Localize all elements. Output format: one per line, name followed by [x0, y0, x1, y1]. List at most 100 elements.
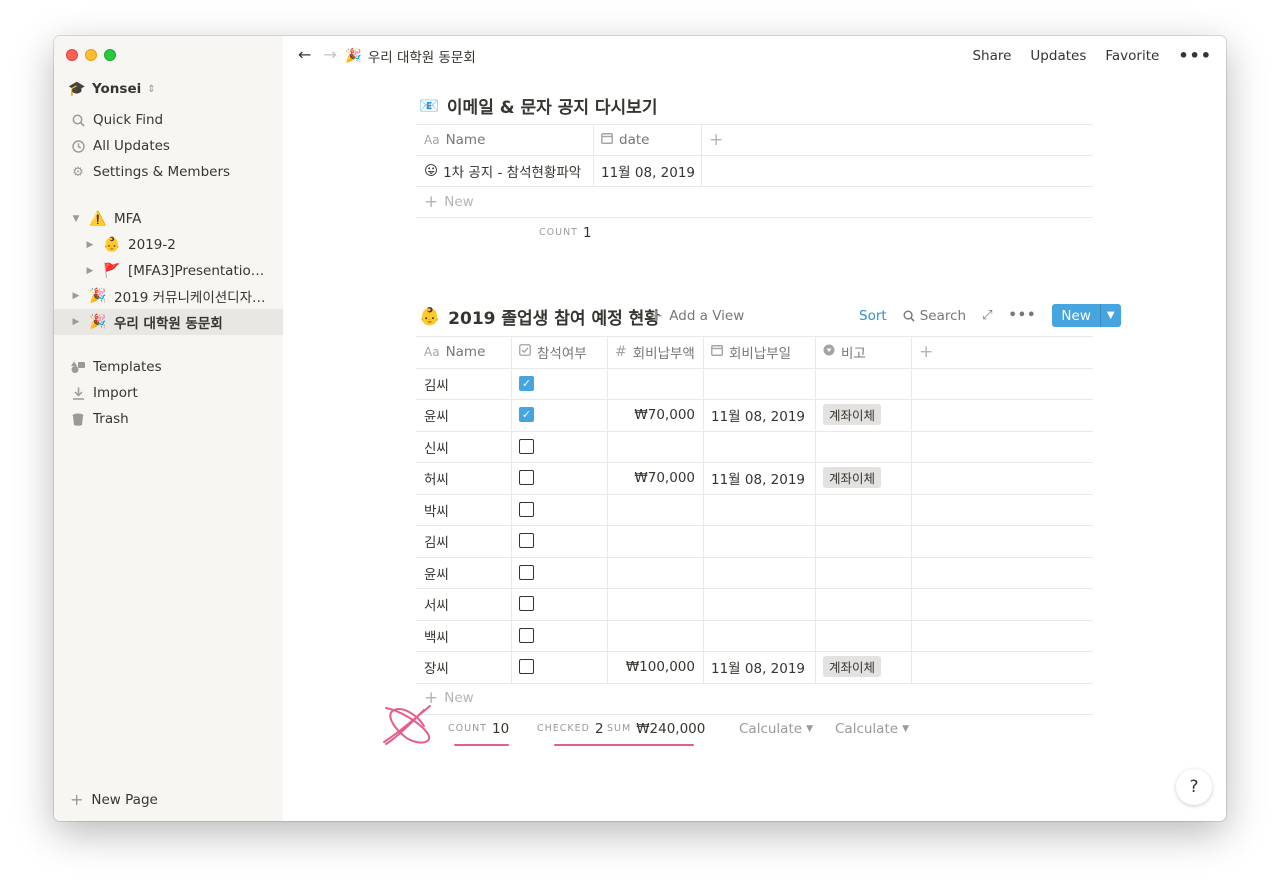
db2-column-amount[interactable]: # 회비납부액: [607, 336, 703, 367]
share-button[interactable]: Share: [972, 48, 1011, 64]
row-paydate[interactable]: [703, 368, 815, 399]
row-note-cell[interactable]: [815, 494, 911, 525]
chevron-down-icon[interactable]: ▼: [1099, 304, 1121, 327]
more-options-icon[interactable]: •••: [1178, 46, 1212, 65]
row-name[interactable]: 장씨: [416, 651, 511, 682]
sort-button[interactable]: Sort: [859, 308, 887, 324]
db2-calculate-dropdown[interactable]: Calculate ▼: [731, 713, 821, 744]
row-amount[interactable]: [607, 525, 703, 556]
search-button[interactable]: Search: [903, 308, 966, 324]
db2-checked-calc[interactable]: CHECKED 2: [529, 713, 609, 744]
row-name[interactable]: 윤씨: [416, 557, 511, 588]
row-note-cell[interactable]: [815, 431, 911, 462]
sidebar-page-communication-design[interactable]: ▶ 🎉 2019 커뮤니케이션디자인...: [54, 283, 283, 309]
close-window-button[interactable]: [66, 49, 78, 61]
caret-down-icon[interactable]: ▼: [70, 214, 82, 224]
db2-new-row-button[interactable]: + New: [416, 682, 616, 713]
row-paydate[interactable]: [703, 431, 815, 462]
sidebar-item-quick-find[interactable]: Quick Find: [54, 107, 283, 133]
db2-sum-calc[interactable]: SUM ₩240,000: [599, 713, 709, 744]
row-amount[interactable]: [607, 431, 703, 462]
sidebar-item-trash[interactable]: Trash: [54, 406, 283, 432]
db1-column-date[interactable]: date: [593, 124, 701, 155]
workspace-switcher[interactable]: 🎓 Yonsei ⇕: [68, 81, 155, 97]
new-record-button[interactable]: New ▼: [1052, 304, 1121, 327]
row-note-cell[interactable]: 계좌이체: [815, 462, 911, 493]
checkbox-unchecked[interactable]: [519, 439, 534, 454]
row-note-cell[interactable]: [815, 525, 911, 556]
row-paydate[interactable]: [703, 620, 815, 651]
row-note-cell[interactable]: [815, 368, 911, 399]
row-paydate[interactable]: 11월 08, 2019: [703, 462, 815, 493]
db2-column-attend[interactable]: 참석여부: [511, 336, 607, 367]
caret-right-icon[interactable]: ▶: [70, 317, 82, 327]
row-name[interactable]: 김씨: [416, 525, 511, 556]
row-amount[interactable]: ₩70,000: [607, 462, 703, 493]
row-note-cell[interactable]: [815, 620, 911, 651]
checkbox-unchecked[interactable]: [519, 628, 534, 643]
row-name[interactable]: 김씨: [416, 368, 511, 399]
zoom-window-button[interactable]: [104, 49, 116, 61]
sidebar-item-templates[interactable]: Templates: [54, 354, 283, 380]
row-amount[interactable]: [607, 588, 703, 619]
row-name[interactable]: 허씨: [416, 462, 511, 493]
row-note-cell[interactable]: [815, 588, 911, 619]
db2-column-name[interactable]: Aa Name: [416, 336, 511, 367]
caret-right-icon[interactable]: ▶: [84, 266, 96, 276]
checkbox-unchecked[interactable]: [519, 470, 534, 485]
forward-arrow-icon[interactable]: →: [323, 45, 336, 64]
expand-icon[interactable]: ⤢: [982, 308, 992, 323]
breadcrumb[interactable]: 🎉 우리 대학원 동문회: [345, 46, 476, 66]
db2-calculate-dropdown[interactable]: Calculate ▼: [827, 713, 917, 744]
sidebar-item-import[interactable]: Import: [54, 380, 283, 406]
checkbox-unchecked[interactable]: [519, 565, 534, 580]
db2-add-column-icon[interactable]: +: [911, 336, 951, 367]
sidebar-page-mfa[interactable]: ▼ ⚠️ MFA: [54, 206, 283, 232]
checkbox-unchecked[interactable]: [519, 502, 534, 517]
db1-title[interactable]: 📧 이메일 & 문자 공지 다시보기: [419, 93, 657, 118]
caret-right-icon[interactable]: ▶: [70, 291, 82, 301]
more-options-icon[interactable]: •••: [1008, 308, 1036, 323]
row-amount[interactable]: [607, 620, 703, 651]
help-button[interactable]: ?: [1176, 769, 1212, 805]
checkbox-checked[interactable]: ✓: [519, 407, 534, 422]
db1-new-row-button[interactable]: + New: [416, 186, 616, 217]
checkbox-unchecked[interactable]: [519, 659, 534, 674]
new-page-button[interactable]: + New Page: [70, 790, 158, 809]
db1-add-column-icon[interactable]: +: [701, 124, 741, 155]
minimize-window-button[interactable]: [85, 49, 97, 61]
row-name[interactable]: 윤씨: [416, 399, 511, 430]
row-note-cell[interactable]: 계좌이체: [815, 399, 911, 430]
db1-column-name[interactable]: Aa Name: [416, 124, 593, 155]
sidebar-item-all-updates[interactable]: All Updates: [54, 133, 283, 159]
row-note-cell[interactable]: 계좌이체: [815, 651, 911, 682]
checkbox-unchecked[interactable]: [519, 596, 534, 611]
row-paydate[interactable]: [703, 525, 815, 556]
db2-column-paydate[interactable]: 회비납부일: [703, 336, 815, 367]
back-arrow-icon[interactable]: ←: [298, 45, 311, 64]
row-paydate[interactable]: 11월 08, 2019: [703, 399, 815, 430]
row-name[interactable]: 박씨: [416, 494, 511, 525]
sidebar-page-2019-2[interactable]: ▶ 👶 2019-2: [54, 232, 283, 258]
table-row[interactable]: 😛 1차 공지 - 참석현황파악: [416, 155, 593, 186]
row-paydate[interactable]: [703, 494, 815, 525]
row-name[interactable]: 신씨: [416, 431, 511, 462]
row-amount[interactable]: ₩100,000: [607, 651, 703, 682]
favorite-button[interactable]: Favorite: [1105, 48, 1159, 64]
sidebar-page-alumni[interactable]: ▶ 🎉 우리 대학원 동문회: [54, 309, 283, 335]
row-amount[interactable]: [607, 557, 703, 588]
db2-title[interactable]: 👶 2019 졸업생 참여 예정 현황: [419, 304, 660, 330]
caret-right-icon[interactable]: ▶: [84, 240, 96, 250]
row-amount[interactable]: ₩70,000: [607, 399, 703, 430]
row-paydate[interactable]: [703, 588, 815, 619]
add-view-button[interactable]: + Add a View: [649, 306, 744, 326]
row-name[interactable]: 서씨: [416, 588, 511, 619]
row-name[interactable]: 백씨: [416, 620, 511, 651]
checkbox-unchecked[interactable]: [519, 533, 534, 548]
db2-count-calc[interactable]: COUNT 10: [440, 713, 530, 744]
db2-column-note[interactable]: 비고: [815, 336, 911, 367]
checkbox-checked[interactable]: ✓: [519, 376, 534, 391]
row-amount[interactable]: [607, 494, 703, 525]
sidebar-page-presentation[interactable]: ▶ 🚩 [MFA3]Presentation ...: [54, 258, 283, 284]
row-date[interactable]: 11월 08, 2019: [593, 155, 701, 186]
